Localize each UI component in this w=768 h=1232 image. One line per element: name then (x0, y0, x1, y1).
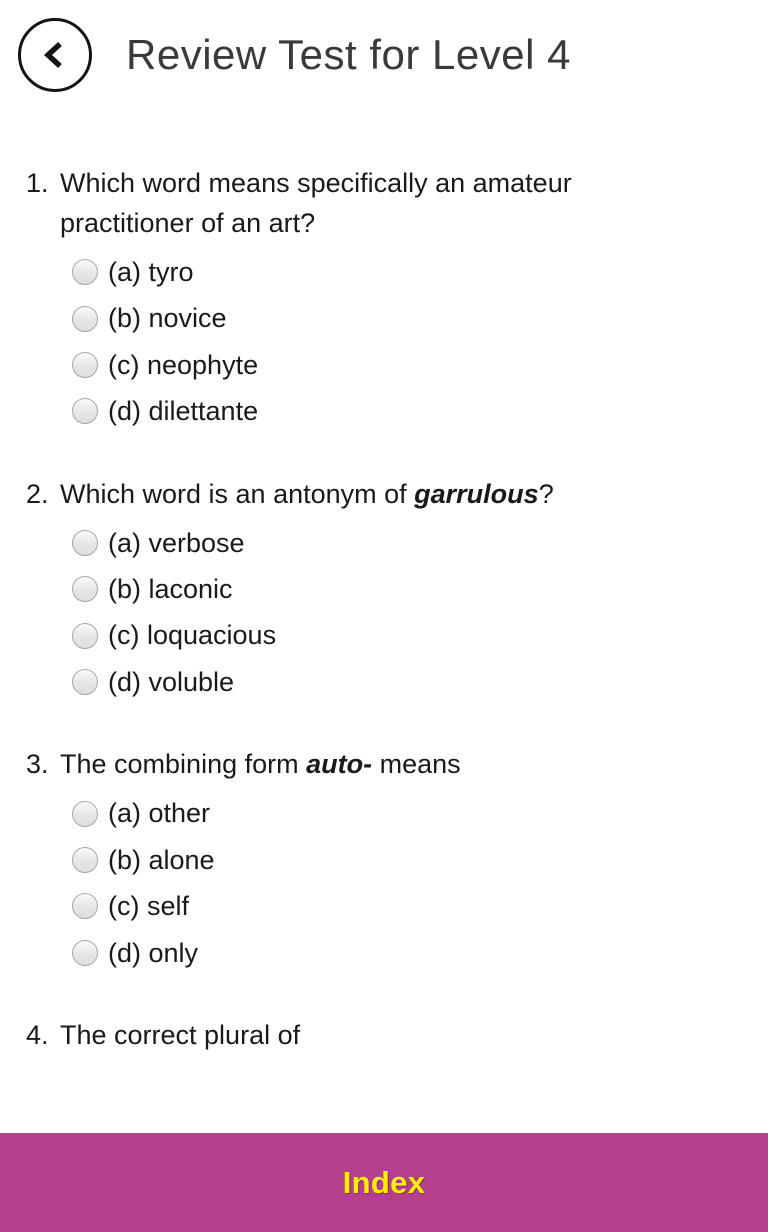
radio-button-icon[interactable] (72, 576, 98, 603)
option-label: (a) verbose (108, 527, 245, 558)
option-row[interactable]: (d) only (72, 935, 748, 971)
option-row[interactable]: (d) voluble (72, 664, 748, 700)
option-list: (a) other (b) alone (c) self (d) only (26, 795, 748, 971)
radio-button-icon[interactable] (72, 893, 98, 920)
question-emphasis: auto- (306, 749, 373, 780)
index-button-label: Index (342, 1164, 426, 1200)
option-row[interactable]: (a) tyro (72, 254, 748, 290)
option-label: (d) only (108, 937, 199, 968)
question-text-before: The combining form (60, 749, 307, 780)
question-text-after: means (372, 749, 461, 780)
question-prompt: 3. The combining form auto- means (26, 745, 748, 785)
option-label: (b) novice (108, 303, 227, 334)
question-prompt: 2. Which word is an antonym of garrulous… (26, 475, 748, 515)
back-button[interactable] (18, 18, 92, 92)
option-label: (c) self (108, 891, 189, 922)
option-label: (a) other (108, 798, 211, 829)
question-number: 3. (26, 749, 49, 780)
radio-button-icon[interactable] (72, 352, 98, 378)
option-label: (b) alone (108, 844, 215, 875)
option-label: (d) voluble (108, 666, 235, 697)
option-label: (b) laconic (108, 574, 233, 605)
question-emphasis: garrulous (414, 478, 539, 509)
radio-button-icon[interactable] (72, 939, 98, 966)
radio-button-icon[interactable] (72, 259, 98, 286)
question-number: 2. (26, 478, 49, 509)
question-block: 4. The correct plural of (26, 1016, 748, 1056)
question-text-before: The correct plural of (60, 1020, 301, 1051)
question-text: The correct plural of (60, 1016, 300, 1056)
question-block: 2. Which word is an antonym of garrulous… (26, 475, 748, 701)
option-row[interactable]: (b) laconic (72, 571, 748, 607)
question-number: 1. (26, 168, 49, 198)
page-title: Review Test for Level 4 (126, 31, 571, 78)
question-prompt: 1. Which word means specifically an amat… (26, 164, 748, 244)
question-text: Which word is an antonym of garrulous? (60, 475, 554, 515)
option-row[interactable]: (d) dilettante (72, 393, 748, 429)
question-text: Which word means specifically an amateur… (60, 164, 660, 244)
question-number: 4. (26, 1020, 49, 1051)
option-row[interactable]: (a) verbose (72, 525, 748, 561)
question-text: The combining form auto- means (60, 745, 461, 785)
radio-button-icon[interactable] (72, 669, 98, 696)
option-list: (a) verbose (b) laconic (c) loquacious (… (26, 525, 748, 701)
app-header: Review Test for Level 4 (0, 0, 768, 110)
question-block: 3. The combining form auto- means (a) ot… (26, 745, 748, 971)
radio-button-icon[interactable] (72, 305, 98, 332)
option-label: (c) neophyte (108, 349, 259, 380)
radio-button-icon[interactable] (72, 846, 98, 873)
option-row[interactable]: (b) alone (72, 842, 748, 878)
option-label: (d) dilettante (108, 396, 259, 427)
option-label: (c) loquacious (108, 620, 277, 651)
option-row[interactable]: (c) loquacious (72, 617, 748, 653)
option-list: (a) tyro (b) novice (c) neophyte (d) dil… (26, 254, 748, 430)
option-label: (a) tyro (108, 256, 194, 287)
question-block: 1. Which word means specifically an amat… (26, 164, 748, 430)
question-text-before: Which word means specifically an amateur… (60, 168, 572, 238)
question-text-after: ? (538, 478, 554, 509)
radio-button-icon[interactable] (72, 800, 98, 827)
quiz-question-list: 1. Which word means specifically an amat… (0, 110, 768, 1232)
question-prompt: 4. The correct plural of (26, 1016, 748, 1056)
option-row[interactable]: (c) neophyte (72, 347, 748, 383)
question-text-before: Which word is an antonym of (60, 478, 415, 509)
chevron-left-icon (38, 38, 72, 72)
radio-button-icon[interactable] (72, 622, 98, 649)
option-row[interactable]: (c) self (72, 888, 748, 924)
index-button[interactable]: Index (0, 1133, 768, 1232)
option-row[interactable]: (b) novice (72, 300, 748, 336)
option-row[interactable]: (a) other (72, 795, 748, 831)
radio-button-icon[interactable] (72, 529, 98, 556)
radio-button-icon[interactable] (72, 398, 98, 425)
